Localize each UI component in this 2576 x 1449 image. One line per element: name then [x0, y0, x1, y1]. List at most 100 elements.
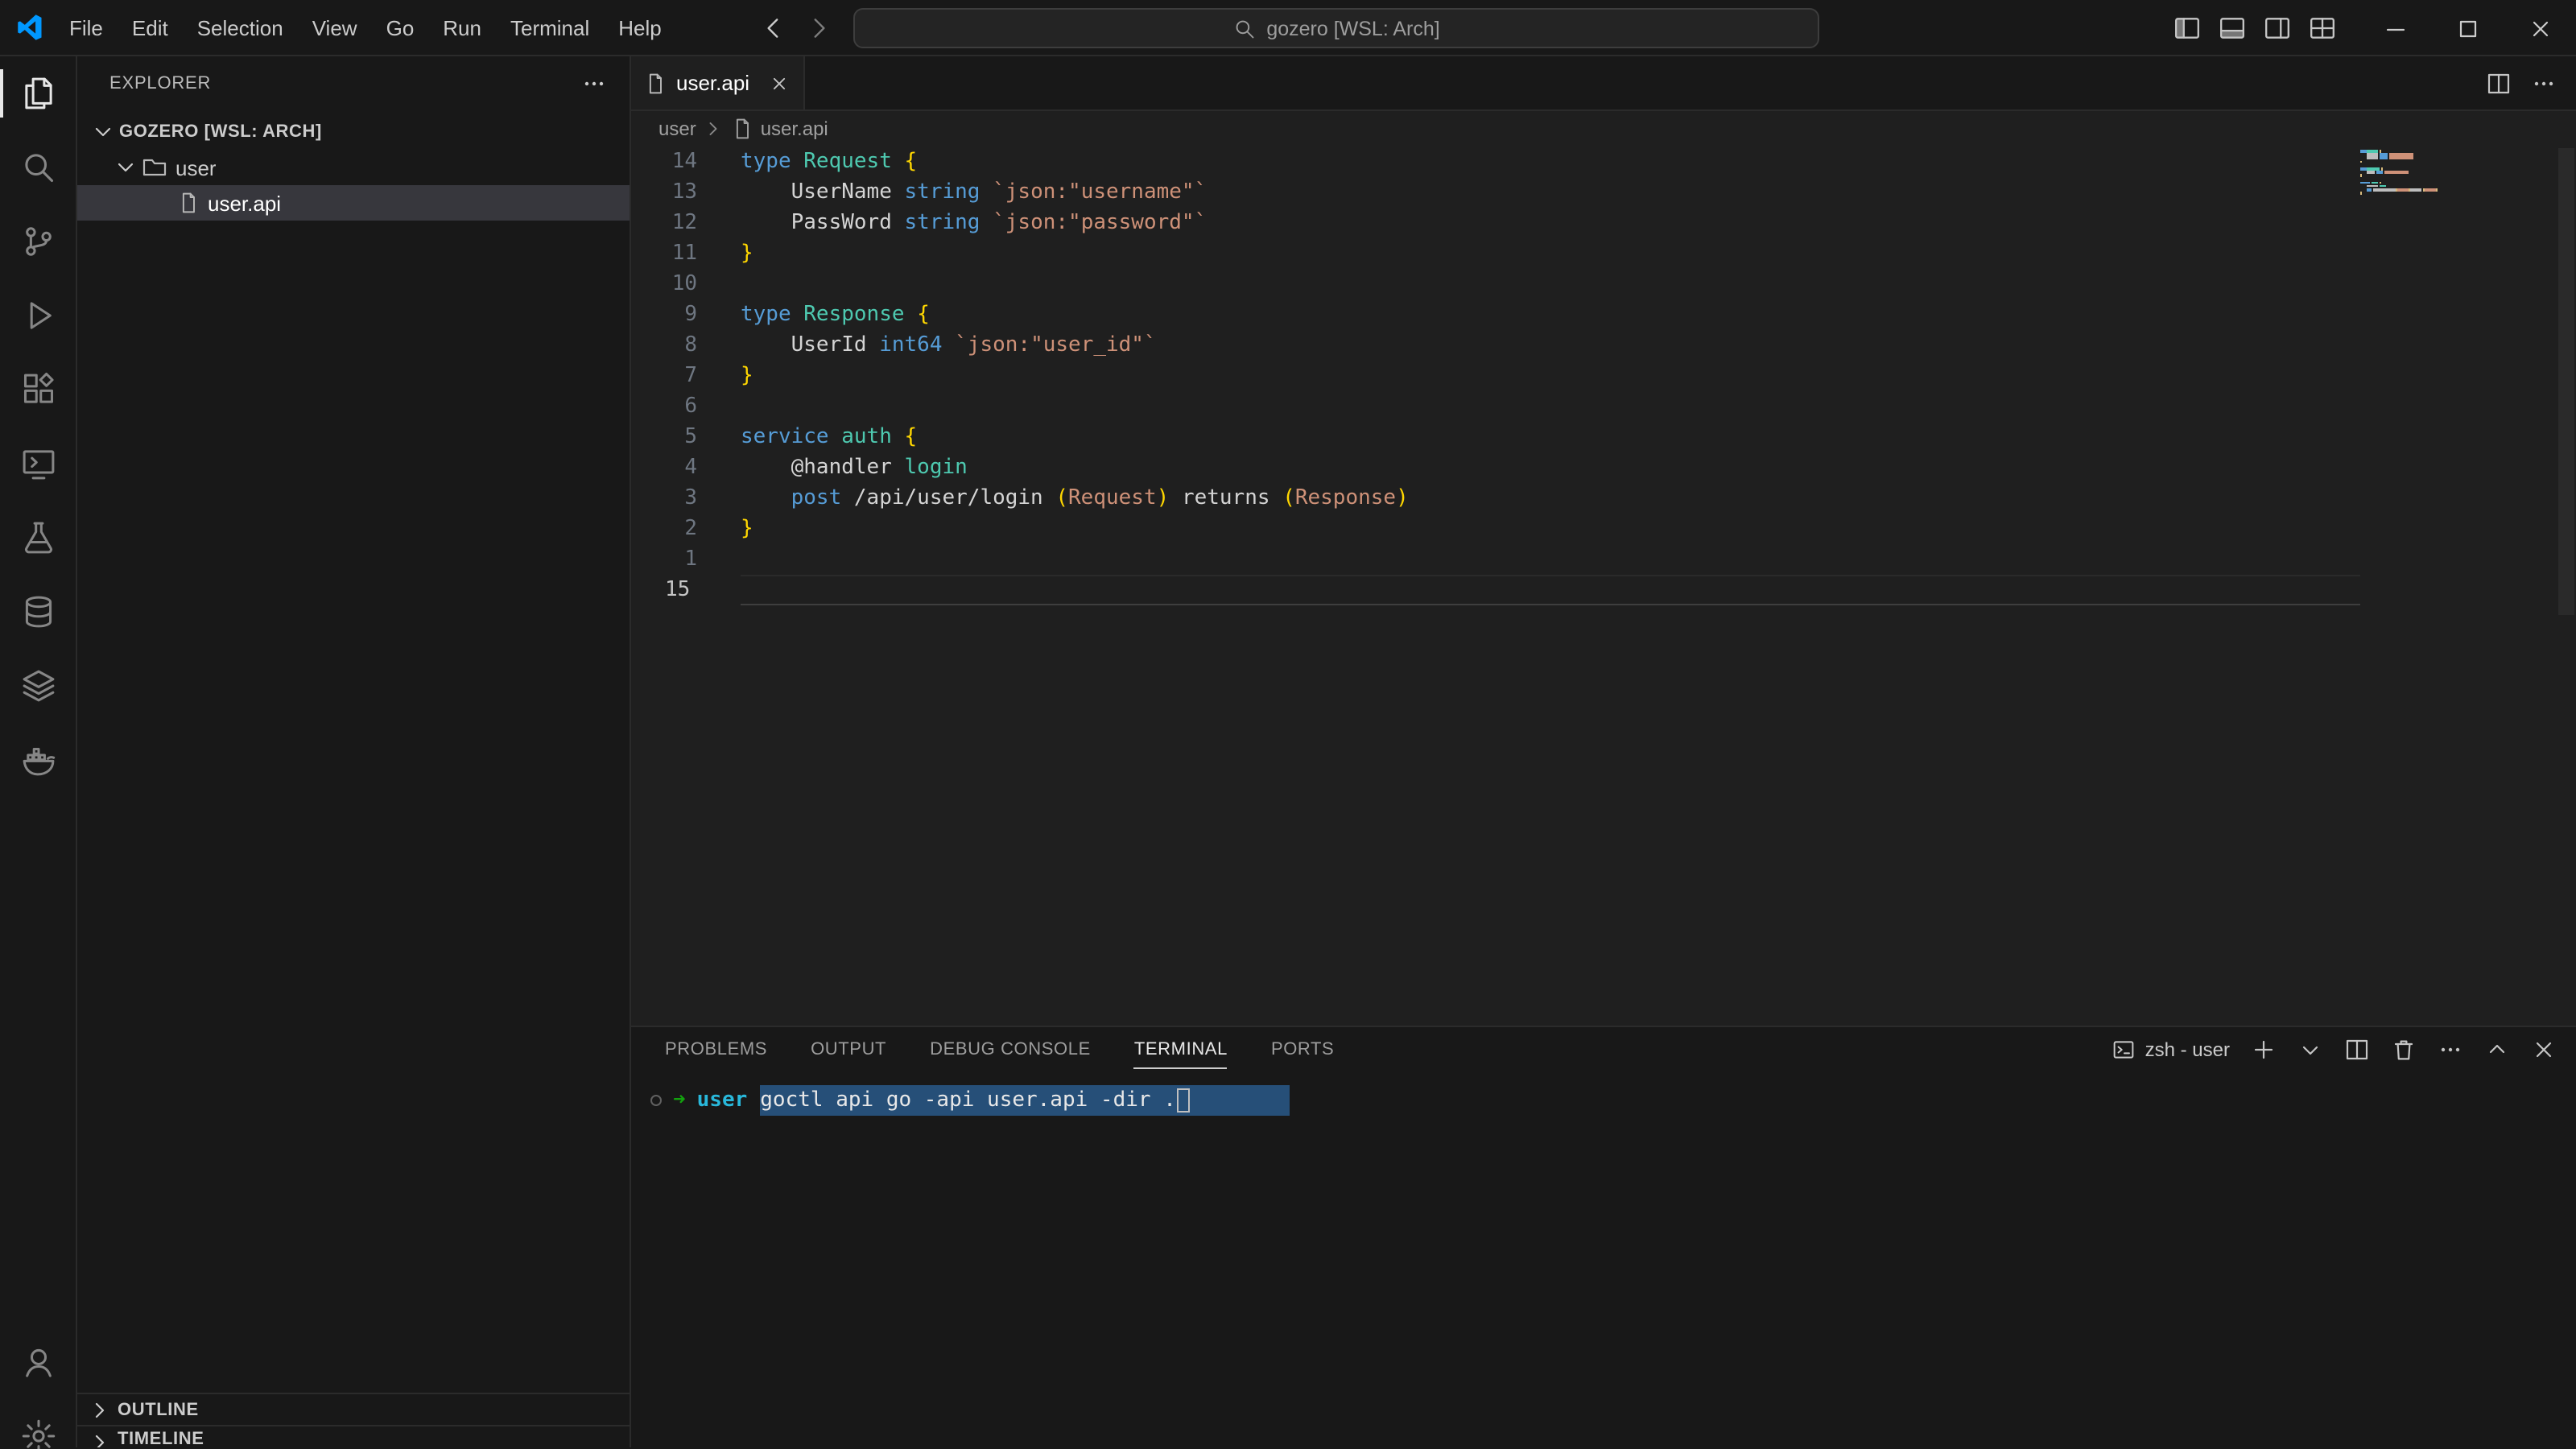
section-label: TIMELINE [118, 1430, 204, 1447]
explorer-item-user[interactable]: user [77, 150, 630, 185]
code-line[interactable]: 5service auth { [631, 422, 2576, 452]
code-line[interactable]: 15 [631, 575, 2576, 605]
code-line[interactable]: 6 [631, 391, 2576, 422]
menu-view[interactable]: View [298, 0, 372, 56]
file-icon [732, 118, 754, 140]
minimize-button[interactable] [2359, 0, 2431, 56]
customize-layout-icon[interactable] [2309, 14, 2336, 42]
tree-item-label: user [175, 155, 217, 180]
line-number: 7 [631, 361, 697, 391]
toggle-panel-icon[interactable] [2219, 14, 2246, 42]
panel-tab-debug-console[interactable]: DEBUG CONSOLE [930, 1027, 1091, 1072]
nav-forward-icon[interactable] [805, 14, 832, 42]
workspace-root[interactable]: GOZERO [WSL: ARCH] [77, 114, 630, 150]
activitybar-docker[interactable] [0, 723, 76, 797]
minimize-icon [2382, 15, 2408, 41]
testing-icon [20, 520, 56, 555]
code-line[interactable]: 1 [631, 544, 2576, 575]
menu-file[interactable]: File [55, 0, 118, 56]
search-icon [20, 150, 56, 185]
activitybar-explorer[interactable] [0, 56, 76, 130]
code-line[interactable]: 14type Request { [631, 147, 2576, 177]
code-line[interactable]: 8 UserId int64 `json:"user_id"` [631, 330, 2576, 361]
activitybar-layers[interactable] [0, 649, 76, 723]
chevron-down-icon [113, 155, 138, 180]
panel-tab-problems[interactable]: PROBLEMS [665, 1027, 767, 1072]
activitybar-accounts[interactable] [0, 1325, 76, 1399]
menu-run[interactable]: Run [428, 0, 496, 56]
editor-more-actions-icon[interactable] [2531, 70, 2557, 96]
shell-label: zsh - user [2145, 1038, 2230, 1061]
menu-selection[interactable]: Selection [183, 0, 298, 56]
panel-tab-terminal[interactable]: TERMINAL [1134, 1027, 1228, 1072]
tab-user-api[interactable]: user.api [631, 56, 805, 109]
docker-icon [20, 742, 56, 778]
breadcrumb-folder[interactable]: user [658, 118, 696, 140]
activitybar-settings[interactable] [0, 1399, 76, 1449]
explorer-title: EXPLORER [109, 74, 211, 93]
tab-close-icon[interactable] [768, 72, 791, 94]
maximize-panel-icon[interactable] [2484, 1037, 2510, 1063]
command-decoration-icon[interactable] [650, 1095, 662, 1106]
command-center[interactable]: gozero [WSL: Arch] [853, 8, 1819, 48]
activity-bar-top [0, 56, 76, 797]
code-line[interactable]: 7} [631, 361, 2576, 391]
code-line[interactable]: 4 @handler login [631, 452, 2576, 483]
code-line[interactable]: 3 post /api/user/login (Request) returns… [631, 483, 2576, 514]
terminal-command-line: ➜ user goctl api go -api user.api -dir . [650, 1085, 2576, 1116]
code-line[interactable]: 13 UserName string `json:"username"` [631, 177, 2576, 208]
chevron-down-icon [90, 119, 116, 145]
close-button[interactable] [2504, 0, 2576, 56]
close-panel-icon[interactable] [2531, 1037, 2557, 1063]
terminal-dropdown-chevron-icon[interactable] [2297, 1037, 2323, 1063]
panel-more-actions-icon[interactable] [2438, 1037, 2463, 1063]
menu-help[interactable]: Help [604, 0, 676, 56]
new-terminal-icon[interactable] [2251, 1037, 2277, 1063]
prompt-arrow: ➜ [673, 1088, 686, 1113]
titlebar: FileEditSelectionViewGoRunTerminalHelp g… [0, 0, 2576, 56]
split-editor-icon[interactable] [2486, 70, 2512, 96]
code-viewport[interactable]: 14type Request {13 UserName string `json… [631, 147, 2576, 1026]
line-number: 12 [631, 208, 697, 238]
toggle-secondary-sidebar-icon[interactable] [2264, 14, 2291, 42]
explorer-more-actions-icon[interactable] [581, 71, 607, 97]
line-number: 6 [631, 391, 697, 422]
activitybar-source-control[interactable] [0, 204, 76, 279]
close-icon [2527, 15, 2553, 41]
panel-tab-output[interactable]: OUTPUT [811, 1027, 886, 1072]
sidebar-section-timeline[interactable]: TIMELINE [77, 1425, 630, 1447]
activitybar-extensions[interactable] [0, 353, 76, 427]
activitybar-run-and-debug[interactable] [0, 279, 76, 353]
nav-back-icon[interactable] [760, 14, 787, 42]
terminal-instance-badge[interactable]: zsh - user [2113, 1038, 2230, 1061]
panel-tab-ports[interactable]: PORTS [1271, 1027, 1334, 1072]
activitybar-search[interactable] [0, 130, 76, 204]
maximize-button[interactable] [2431, 0, 2504, 56]
menu-go[interactable]: Go [372, 0, 429, 56]
code-line[interactable]: 2} [631, 514, 2576, 544]
accounts-icon [20, 1344, 56, 1380]
sidebar-section-outline[interactable]: OUTLINE [77, 1393, 630, 1425]
breadcrumb-file[interactable]: user.api [761, 118, 828, 140]
menu-edit[interactable]: Edit [118, 0, 183, 56]
extensions-icon [20, 372, 56, 407]
kill-terminal-icon[interactable] [2391, 1037, 2417, 1063]
section-label: OUTLINE [118, 1400, 199, 1419]
minimap[interactable] [2360, 150, 2489, 203]
activitybar-testing[interactable] [0, 501, 76, 575]
explorer-item-user-api[interactable]: user.api [77, 185, 630, 221]
activitybar-database[interactable] [0, 575, 76, 649]
menu-terminal[interactable]: Terminal [496, 0, 604, 56]
file-icon [644, 72, 667, 94]
chevron-right-icon [87, 1397, 113, 1422]
editor-scrollbar[interactable] [2558, 148, 2574, 615]
split-terminal-icon[interactable] [2344, 1037, 2370, 1063]
toggle-sidebar-icon[interactable] [2174, 14, 2201, 42]
code-line[interactable]: 12 PassWord string `json:"password"` [631, 208, 2576, 238]
terminal-command-text: goctl api go -api user.api -dir . [760, 1088, 1176, 1113]
activitybar-remote-explorer[interactable] [0, 427, 76, 501]
code-line[interactable]: 9type Response { [631, 299, 2576, 330]
code-line[interactable]: 10 [631, 269, 2576, 299]
code-line[interactable]: 11} [631, 238, 2576, 269]
terminal-content[interactable]: ➜ user goctl api go -api user.api -dir . [631, 1072, 2576, 1116]
